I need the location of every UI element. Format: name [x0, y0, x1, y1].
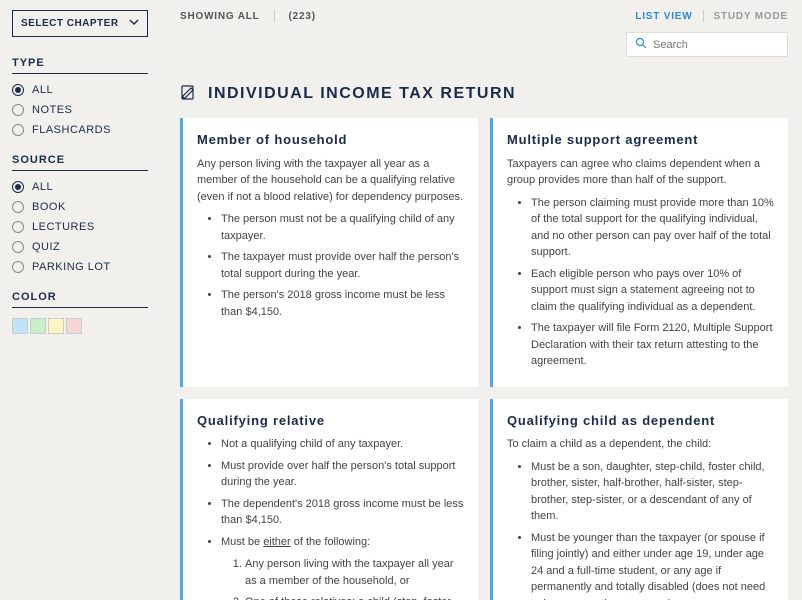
- list-item: Not a qualifying child of any taxpayer.: [221, 436, 464, 453]
- color-swatch[interactable]: [48, 318, 64, 334]
- radio-label: NOTES: [32, 104, 72, 116]
- source-option[interactable]: ALL: [12, 181, 148, 193]
- card-bullets: Must be a son, daughter, step-child, fos…: [507, 459, 774, 600]
- radio-label: BOOK: [32, 201, 66, 213]
- result-count: (223): [289, 11, 316, 22]
- list-item: Must be either of the following: Any per…: [221, 534, 464, 600]
- radio-label: PARKING LOT: [32, 261, 111, 273]
- list-item: The person's 2018 gross income must be l…: [221, 287, 464, 320]
- card-intro: Taxpayers can agree who claims dependent…: [507, 156, 774, 189]
- list-item: The person must not be a qualifying chil…: [221, 211, 464, 244]
- note-card[interactable]: Qualifying child as dependent To claim a…: [490, 399, 788, 600]
- radio-label: ALL: [32, 181, 53, 193]
- divider: [274, 10, 275, 22]
- note-card[interactable]: Qualifying relative Not a qualifying chi…: [180, 399, 478, 600]
- divider: [703, 10, 704, 22]
- select-chapter-button[interactable]: SELECT CHAPTER: [12, 10, 148, 37]
- card-bullets: The person must not be a qualifying chil…: [197, 211, 464, 320]
- card-title: Multiple support agreement: [507, 130, 774, 150]
- list-item: Must provide over half the person's tota…: [221, 458, 464, 491]
- card-bullets: Not a qualifying child of any taxpayer. …: [197, 436, 464, 600]
- list-item: One of these relatives: a child (step, f…: [245, 594, 464, 600]
- filter-color-title: COLOR: [12, 291, 148, 308]
- list-item: The dependent's 2018 gross income must b…: [221, 496, 464, 529]
- radio-icon: [12, 221, 24, 233]
- ordered-list: Any person living with the taxpayer all …: [221, 556, 464, 600]
- search-box[interactable]: [626, 32, 788, 57]
- page-heading: INDIVIDUAL INCOME TAX RETURN: [208, 85, 516, 103]
- search-icon: [635, 37, 647, 52]
- study-mode-button[interactable]: STUDY MODE: [714, 11, 789, 22]
- card-title: Member of household: [197, 130, 464, 150]
- radio-icon: [12, 201, 24, 213]
- color-swatches: [12, 318, 148, 334]
- page-title: INDIVIDUAL INCOME TAX RETURN: [180, 83, 788, 104]
- card-bullets: The person claiming must provide more th…: [507, 195, 774, 370]
- filter-source-title: SOURCE: [12, 154, 148, 171]
- source-option[interactable]: LECTURES: [12, 221, 148, 233]
- radio-icon: [12, 104, 24, 116]
- list-item: Must be a son, daughter, step-child, fos…: [531, 459, 774, 525]
- type-option[interactable]: ALL: [12, 84, 148, 96]
- topbar: SHOWING ALL (223) LIST VIEW STUDY MODE: [180, 10, 788, 22]
- list-item: The person claiming must provide more th…: [531, 195, 774, 261]
- card-title: Qualifying child as dependent: [507, 411, 774, 431]
- main: SHOWING ALL (223) LIST VIEW STUDY MODE: [160, 0, 802, 600]
- color-swatch[interactable]: [30, 318, 46, 334]
- list-view-button[interactable]: LIST VIEW: [635, 11, 692, 22]
- type-option[interactable]: NOTES: [12, 104, 148, 116]
- cards-grid: Member of household Any person living wi…: [180, 118, 788, 600]
- source-option[interactable]: BOOK: [12, 201, 148, 213]
- filter-type-title: TYPE: [12, 57, 148, 74]
- sidebar: SELECT CHAPTER TYPE ALL NOTES FLASHCARDS S…: [0, 0, 160, 600]
- radio-label: LECTURES: [32, 221, 95, 233]
- list-item: The taxpayer will file Form 2120, Multip…: [531, 320, 774, 370]
- radio-label: QUIZ: [32, 241, 60, 253]
- list-item: Must be younger than the taxpayer (or sp…: [531, 530, 774, 600]
- showing-label: SHOWING ALL: [180, 11, 260, 22]
- note-card[interactable]: Multiple support agreement Taxpayers can…: [490, 118, 788, 387]
- list-item: Each eligible person who pays over 10% o…: [531, 266, 774, 316]
- edit-icon: [180, 83, 198, 104]
- card-intro: Any person living with the taxpayer all …: [197, 156, 464, 206]
- radio-icon: [12, 261, 24, 273]
- search-input[interactable]: [653, 39, 779, 51]
- source-option[interactable]: QUIZ: [12, 241, 148, 253]
- radio-icon: [12, 124, 24, 136]
- list-item: Any person living with the taxpayer all …: [245, 556, 464, 589]
- card-title: Qualifying relative: [197, 411, 464, 431]
- source-option[interactable]: PARKING LOT: [12, 261, 148, 273]
- radio-icon: [12, 181, 24, 193]
- radio-icon: [12, 84, 24, 96]
- radio-icon: [12, 241, 24, 253]
- color-swatch[interactable]: [12, 318, 28, 334]
- note-card[interactable]: Member of household Any person living wi…: [180, 118, 478, 387]
- radio-label: ALL: [32, 84, 53, 96]
- radio-label: FLASHCARDS: [32, 124, 111, 136]
- select-chapter-label: SELECT CHAPTER: [21, 18, 119, 29]
- list-item: The taxpayer must provide over half the …: [221, 249, 464, 282]
- card-intro: To claim a child as a dependent, the chi…: [507, 436, 774, 453]
- chevron-down-icon: [129, 17, 139, 30]
- type-option[interactable]: FLASHCARDS: [12, 124, 148, 136]
- color-swatch[interactable]: [66, 318, 82, 334]
